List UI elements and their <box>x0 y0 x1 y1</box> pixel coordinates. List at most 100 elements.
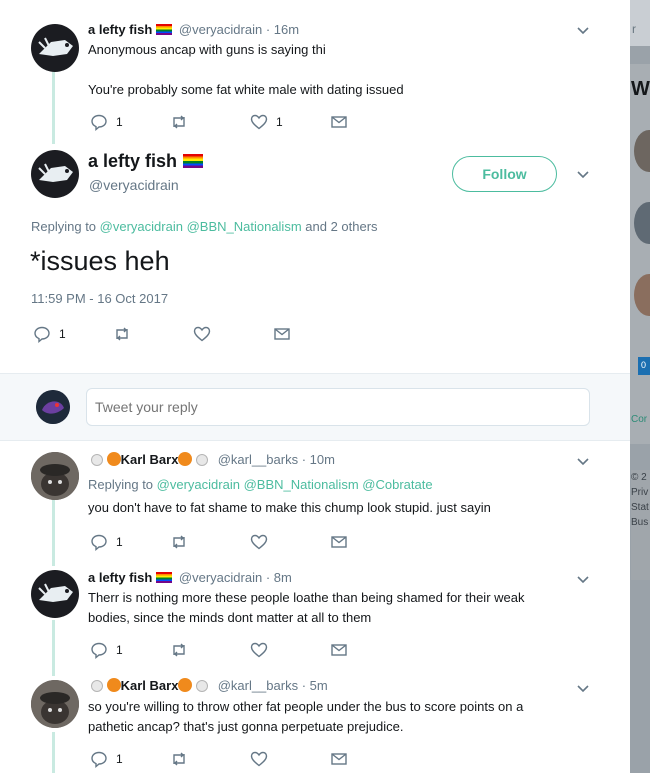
handle[interactable]: @veryacidrain <box>179 22 262 37</box>
reply-button[interactable]: 1 <box>90 113 123 131</box>
reply-icon <box>91 751 107 768</box>
follow-button[interactable]: Follow <box>452 156 557 192</box>
handle[interactable]: @karl__barks <box>218 678 298 693</box>
rainbow-flag-icon <box>156 24 173 35</box>
heart-icon <box>250 534 268 550</box>
ghost-icon <box>91 454 103 466</box>
retweet-icon <box>173 752 185 766</box>
others-link[interactable]: and 2 others <box>305 219 377 234</box>
envelope-icon <box>331 753 347 765</box>
timestamp[interactable]: 8m <box>274 570 292 585</box>
display-name[interactable]: a lefty fish <box>88 22 152 37</box>
thread-line <box>52 500 55 566</box>
like-button[interactable] <box>193 325 211 343</box>
timestamp[interactable]: 16m <box>274 22 299 37</box>
background-link: Cor <box>631 414 648 425</box>
retweet-button[interactable] <box>170 641 188 659</box>
thread-line <box>52 72 55 144</box>
pumpkin-icon <box>178 452 193 466</box>
reply-icon <box>91 114 107 131</box>
background-badge: 0 <box>638 357 650 375</box>
handle[interactable]: @veryacidrain <box>89 177 179 193</box>
pumpkin-icon <box>106 678 121 692</box>
display-name[interactable]: Karl Barx <box>121 452 179 467</box>
background-header: r <box>630 0 650 46</box>
reply-count: 1 <box>59 327 66 341</box>
tweet-header: a lefty fish @veryacidrain · 8m <box>88 570 292 585</box>
reply-button[interactable]: 1 <box>90 750 123 768</box>
display-name-text: a lefty fish <box>88 151 178 171</box>
envelope-icon <box>331 644 347 656</box>
conversation-panel: a lefty fish @veryacidrain · 16m Anonymo… <box>0 0 630 773</box>
chevron-down-icon[interactable] <box>577 456 589 468</box>
envelope-icon <box>274 328 290 340</box>
thread-line <box>52 620 55 676</box>
chevron-down-icon[interactable] <box>577 574 589 586</box>
direct-message-button[interactable] <box>330 533 348 551</box>
handle[interactable]: @veryacidrain <box>179 570 262 585</box>
replying-label: Replying to <box>88 477 154 492</box>
like-button[interactable] <box>250 533 268 551</box>
reply-icon <box>34 326 50 343</box>
background-heading: W <box>631 78 650 100</box>
background-text: r <box>632 22 636 36</box>
heart-icon <box>250 114 268 130</box>
tweet-text-line: so you're willing to throw other fat peo… <box>88 699 524 714</box>
mention-link[interactable]: @veryacidrain <box>100 219 183 234</box>
rainbow-flag-icon <box>156 572 173 583</box>
avatar[interactable] <box>31 680 79 728</box>
tweet-text-line: You're probably some fat white male with… <box>88 82 404 97</box>
chevron-down-icon[interactable] <box>577 169 589 181</box>
direct-message-button[interactable] <box>273 325 291 343</box>
retweet-icon <box>173 115 185 129</box>
reply-button[interactable]: 1 <box>33 325 66 343</box>
tweet-header: Karl Barx @karl__barks · 10m <box>91 452 335 467</box>
display-name[interactable]: a lefty fish <box>88 570 152 585</box>
handle[interactable]: @karl__barks <box>218 452 298 467</box>
retweet-icon <box>173 535 185 549</box>
retweet-button[interactable] <box>170 113 188 131</box>
direct-message-button[interactable] <box>330 113 348 131</box>
direct-message-button[interactable] <box>330 641 348 659</box>
replying-label: Replying to <box>31 219 97 234</box>
avatar[interactable] <box>31 24 79 72</box>
reply-button[interactable]: 1 <box>90 533 123 551</box>
avatar <box>36 390 70 424</box>
tweet-text: *issues heh <box>30 246 170 276</box>
background-card <box>630 64 650 444</box>
like-button[interactable] <box>250 750 268 768</box>
reply-input[interactable] <box>86 388 590 426</box>
display-name[interactable]: Karl Barx <box>121 678 179 693</box>
display-name[interactable]: a lefty fish <box>88 151 206 172</box>
footer-line: © 2 <box>631 472 647 483</box>
tweet-text-line: Anonymous ancap with guns is saying thi <box>88 42 326 57</box>
mention-link[interactable]: @veryacidrain <box>157 477 240 492</box>
like-button[interactable]: 1 <box>250 113 283 131</box>
mention-link[interactable]: @Cobratate <box>362 477 432 492</box>
tweet-header: a lefty fish @veryacidrain · 16m <box>88 22 300 37</box>
avatar[interactable] <box>31 150 79 198</box>
chevron-down-icon[interactable] <box>577 683 589 695</box>
reply-count: 1 <box>116 535 123 549</box>
tweet-timestamp[interactable]: 11:59 PM - 16 Oct 2017 <box>31 291 168 306</box>
like-button[interactable] <box>250 641 268 659</box>
avatar[interactable] <box>31 452 79 500</box>
retweet-button[interactable] <box>113 325 131 343</box>
timestamp[interactable]: 10m <box>310 452 335 467</box>
chevron-down-icon[interactable] <box>577 25 589 37</box>
direct-message-button[interactable] <box>330 750 348 768</box>
retweet-button[interactable] <box>170 533 188 551</box>
reply-button[interactable]: 1 <box>90 641 123 659</box>
rainbow-flag-icon <box>183 154 204 168</box>
mention-link[interactable]: @BBN_Nationalism <box>244 477 359 492</box>
mention-link[interactable]: @BBN_Nationalism <box>187 219 302 234</box>
retweet-button[interactable] <box>170 750 188 768</box>
heart-icon <box>193 326 211 342</box>
footer-line: Stat <box>631 502 649 513</box>
reply-count: 1 <box>116 115 123 129</box>
tweet-text-line: pathetic ancap? that's just gonna perpet… <box>88 719 404 734</box>
ghost-icon <box>196 454 209 466</box>
timestamp[interactable]: 5m <box>310 678 328 693</box>
avatar[interactable] <box>31 570 79 618</box>
retweet-icon <box>173 643 185 657</box>
